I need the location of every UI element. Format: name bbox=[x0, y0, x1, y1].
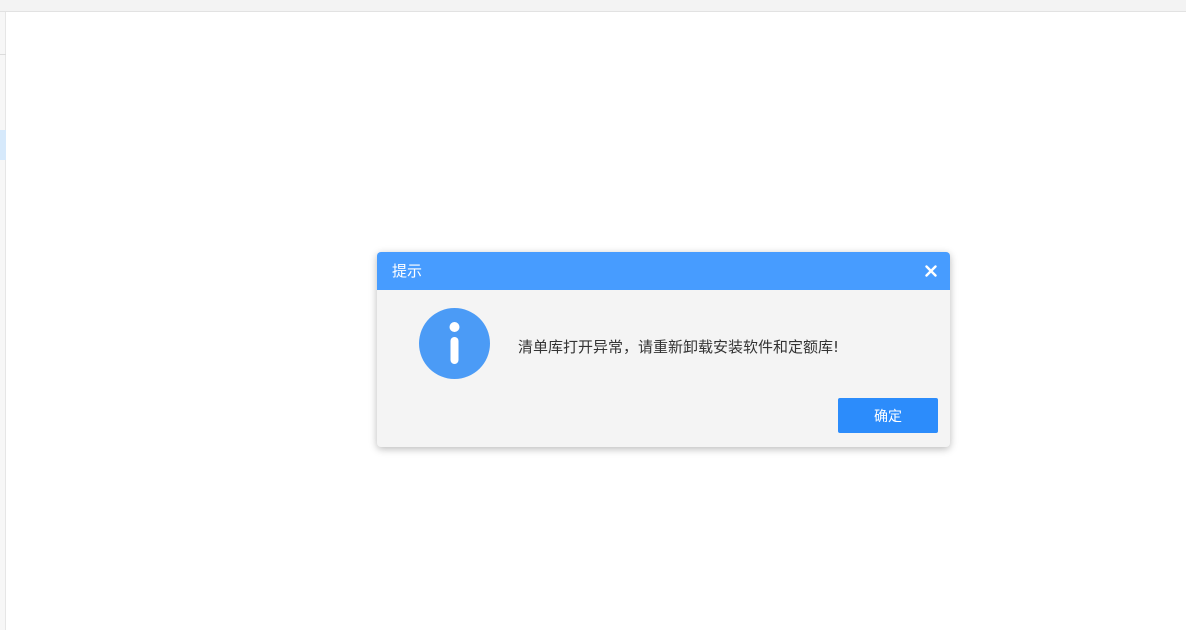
dialog-body: 清单库打开异常，请重新卸载安装软件和定额库! 确定 bbox=[377, 290, 950, 447]
left-panel-selected-item[interactable] bbox=[0, 130, 6, 160]
dialog-title: 提示 bbox=[392, 262, 423, 280]
app-window: 提示 清单库打开异常，请重新卸载安装软件和定额库! 确定 bbox=[0, 0, 1186, 630]
alert-dialog: 提示 清单库打开异常，请重新卸载安装软件和定额库! 确定 bbox=[377, 252, 950, 447]
left-panel-divider bbox=[0, 54, 6, 55]
close-button[interactable] bbox=[922, 262, 940, 280]
close-icon[interactable] bbox=[925, 265, 937, 277]
dialog-header[interactable]: 提示 bbox=[377, 252, 950, 290]
info-icon bbox=[419, 308, 490, 379]
dialog-message: 清单库打开异常，请重新卸载安装软件和定额库! bbox=[518, 338, 840, 356]
left-panel-edge bbox=[0, 12, 6, 630]
top-toolbar-strip bbox=[0, 0, 1186, 12]
ok-button[interactable]: 确定 bbox=[838, 398, 938, 433]
